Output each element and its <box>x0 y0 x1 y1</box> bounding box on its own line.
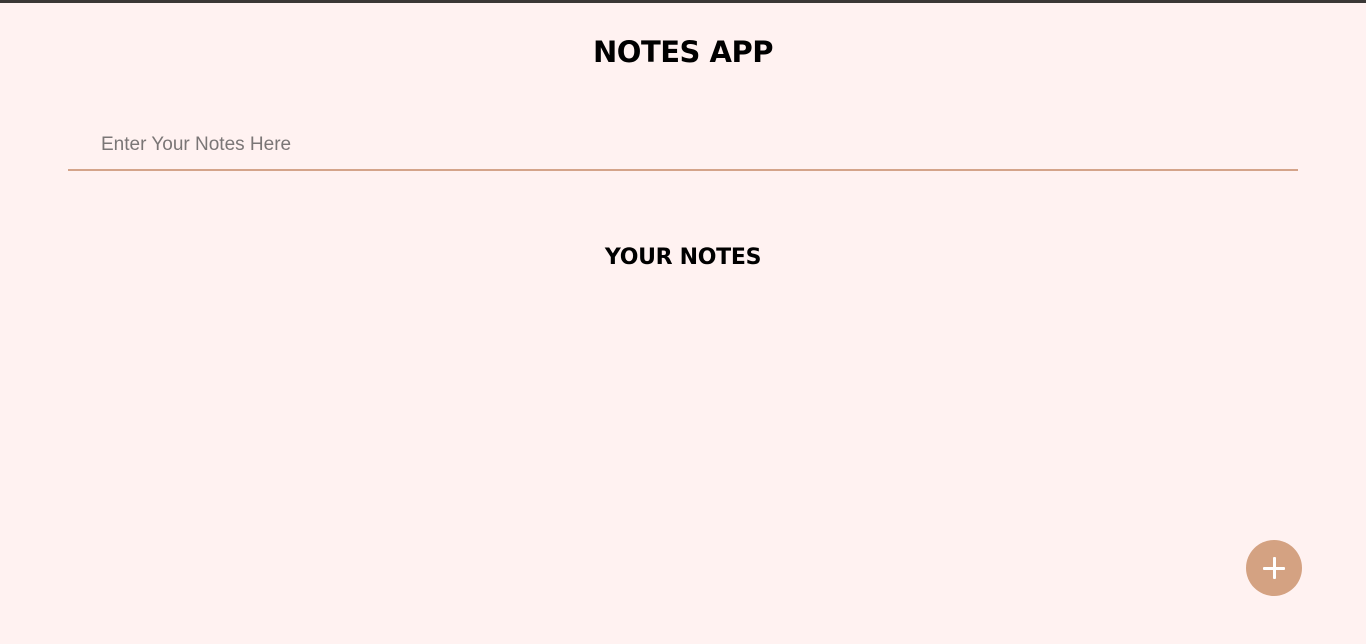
notes-list <box>68 290 1298 520</box>
note-input[interactable] <box>68 122 1298 169</box>
add-note-button[interactable] <box>1246 540 1302 596</box>
app-title: NOTES APP <box>593 35 773 69</box>
note-input-container <box>68 122 1298 171</box>
notes-heading: YOUR NOTES <box>604 245 762 270</box>
window-top-bar <box>0 0 1366 3</box>
plus-icon <box>1263 557 1285 579</box>
